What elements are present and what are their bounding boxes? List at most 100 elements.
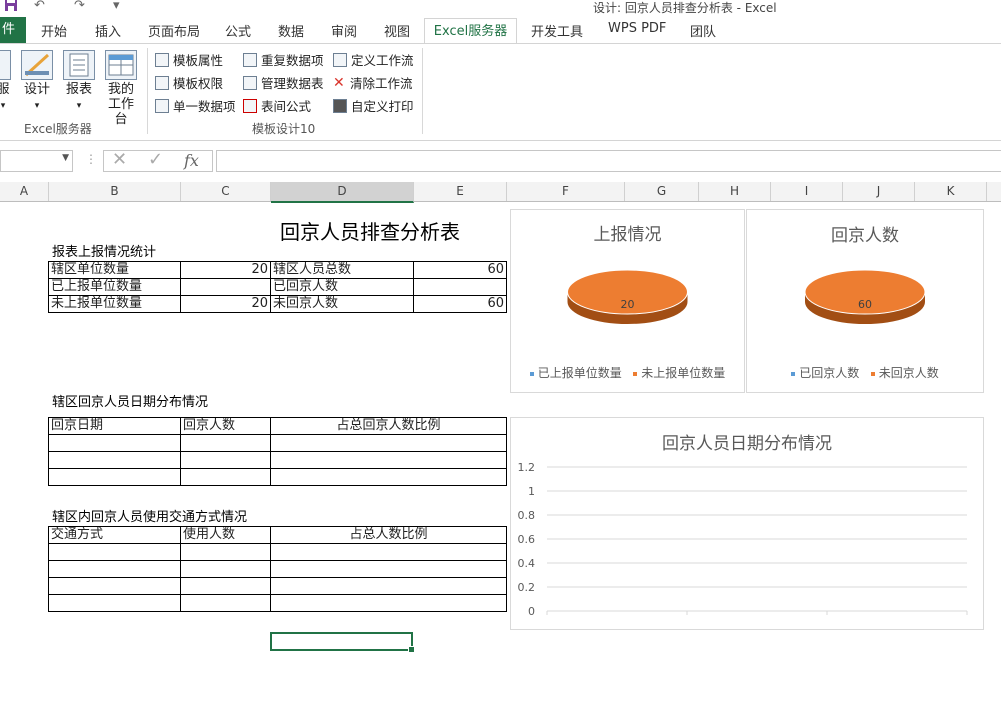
table-cell[interactable]	[180, 278, 271, 296]
table-cell[interactable]: 未上报单位数量	[48, 295, 181, 313]
column-header-a[interactable]: A	[0, 182, 49, 201]
design-button[interactable]: 设计 ▾	[20, 50, 54, 114]
table-cell[interactable]: 已上报单位数量	[48, 278, 181, 296]
table-cell[interactable]: 未回京人数	[270, 295, 414, 313]
table-cell[interactable]	[180, 434, 271, 452]
column-header-b[interactable]: B	[49, 182, 181, 201]
tab-insert[interactable]: 插入	[95, 21, 121, 40]
tab-review[interactable]: 审阅	[331, 21, 357, 40]
tab-home[interactable]: 开始	[41, 21, 67, 40]
chart-report-status[interactable]: 上报情况 20 已上报单位数量 未上报单位数量	[510, 209, 745, 393]
formula-input[interactable]	[216, 150, 1001, 172]
table-cell[interactable]	[48, 468, 181, 486]
column-header-g[interactable]: G	[625, 182, 699, 201]
custom-print-button[interactable]: 自定义打印	[333, 96, 414, 115]
y-tick-label: 0.4	[518, 557, 536, 570]
table-cell[interactable]: 辖区人员总数	[270, 261, 414, 279]
table-header-cell[interactable]: 回京日期	[48, 417, 181, 435]
y-tick-label: 1	[528, 485, 535, 498]
table-cell[interactable]	[180, 560, 271, 578]
table-cell[interactable]	[48, 434, 181, 452]
column-header-c[interactable]: C	[181, 182, 271, 201]
table-cell[interactable]	[48, 577, 181, 595]
table-header-cell[interactable]: 回京人数	[180, 417, 271, 435]
report-button[interactable]: 报表 ▾	[62, 50, 96, 114]
transport-usage-table: 交通方式 使用人数 占总人数比例	[48, 526, 507, 612]
table-cell[interactable]	[180, 451, 271, 469]
tab-team[interactable]: 团队	[690, 21, 716, 40]
table-header-cell[interactable]: 占总回京人数比例	[270, 417, 507, 435]
table-header-cell[interactable]: 使用人数	[180, 526, 271, 544]
clear-workflow-button[interactable]: ✕ 清除工作流	[333, 73, 413, 92]
column-header-d[interactable]: D	[271, 182, 414, 203]
table-row: 回京日期 回京人数 占总回京人数比例	[48, 417, 507, 435]
column-header-i[interactable]: I	[771, 182, 843, 201]
column-header-e[interactable]: E	[414, 182, 507, 201]
table-cell[interactable]: 辖区单位数量	[48, 261, 181, 279]
table-cell[interactable]	[270, 543, 507, 561]
table-cell[interactable]	[48, 594, 181, 612]
tab-view[interactable]: 视图	[384, 21, 410, 40]
table-header-cell[interactable]: 占总人数比例	[270, 526, 507, 544]
tab-formulas[interactable]: 公式	[225, 21, 251, 40]
tab-page-layout[interactable]: 页面布局	[148, 21, 200, 40]
table-cell[interactable]	[180, 468, 271, 486]
data-label: 60	[858, 298, 872, 311]
inter-table-formula-button[interactable]: 表间公式	[243, 96, 311, 115]
my-workbench-button[interactable]: 我的 工作台	[102, 50, 140, 127]
inter-table-formula-icon	[243, 98, 257, 113]
table-cell[interactable]: 已回京人数	[270, 278, 414, 296]
workbench-icon	[105, 50, 137, 80]
name-box[interactable]: ▼	[0, 150, 73, 172]
tab-developer[interactable]: 开发工具	[531, 21, 583, 40]
define-workflow-button[interactable]: 定义工作流	[333, 50, 414, 69]
table-cell[interactable]	[48, 543, 181, 561]
manage-data-table-button[interactable]: 管理数据表	[243, 73, 324, 92]
table-cell[interactable]	[270, 451, 507, 469]
enter-icon[interactable]: ✓	[148, 149, 163, 170]
tab-file[interactable]: 件	[0, 17, 26, 43]
table-cell[interactable]	[270, 594, 507, 612]
customize-quick-access-icon[interactable]: ▾	[113, 0, 120, 13]
repeat-data-item-button[interactable]: 重复数据项	[243, 50, 324, 69]
redo-icon[interactable]: ↷	[74, 0, 85, 13]
tab-excel-server[interactable]: Excel服务器	[424, 18, 517, 44]
template-properties-button[interactable]: 模板属性	[155, 50, 223, 69]
table-cell[interactable]	[413, 278, 507, 296]
table-cell[interactable]	[270, 434, 507, 452]
undo-icon[interactable]: ↶	[34, 0, 45, 13]
chart-returnees[interactable]: 回京人数 60 已回京人数 未回京人数	[746, 209, 984, 393]
table-cell[interactable]: 60	[413, 261, 507, 279]
table-header-cell[interactable]: 交通方式	[48, 526, 181, 544]
column-header-j[interactable]: J	[843, 182, 915, 201]
table-cell[interactable]: 20	[180, 261, 271, 279]
column-header-f[interactable]: F	[507, 182, 625, 201]
column-header-k[interactable]: K	[915, 182, 987, 201]
table-cell[interactable]	[48, 451, 181, 469]
table-cell[interactable]	[48, 560, 181, 578]
template-permissions-button[interactable]: 模板权限	[155, 73, 223, 92]
server-button[interactable]: 服 ▾	[0, 50, 14, 114]
table-cell[interactable]: 60	[413, 295, 507, 313]
table-cell[interactable]	[180, 594, 271, 612]
chevron-down-icon[interactable]: ▼	[62, 153, 69, 163]
table-cell[interactable]	[270, 577, 507, 595]
legend-label: 未上报单位数量	[641, 366, 726, 380]
table-cell[interactable]	[270, 468, 507, 486]
table-cell[interactable]	[180, 577, 271, 595]
table-cell[interactable]	[270, 560, 507, 578]
table-cell[interactable]	[180, 543, 271, 561]
table-cell[interactable]: 20	[180, 295, 271, 313]
single-data-item-button[interactable]: 单一数据项	[155, 96, 236, 115]
tab-wps-pdf[interactable]: WPS PDF	[608, 21, 666, 36]
selected-cell[interactable]	[270, 632, 415, 653]
column-header-h[interactable]: H	[699, 182, 771, 201]
fill-handle[interactable]	[408, 646, 415, 653]
cancel-icon[interactable]: ✕	[112, 149, 127, 170]
chart-date-distribution[interactable]: 回京人员日期分布情况 0 0.2 0.4 0.6 0.8 1 1.2	[510, 417, 984, 630]
legend-label: 已回京人数	[799, 366, 860, 380]
insert-function-icon[interactable]: fx	[184, 151, 199, 170]
template-properties-icon	[155, 52, 169, 67]
tab-data[interactable]: 数据	[278, 21, 304, 40]
save-icon[interactable]	[4, 0, 18, 16]
